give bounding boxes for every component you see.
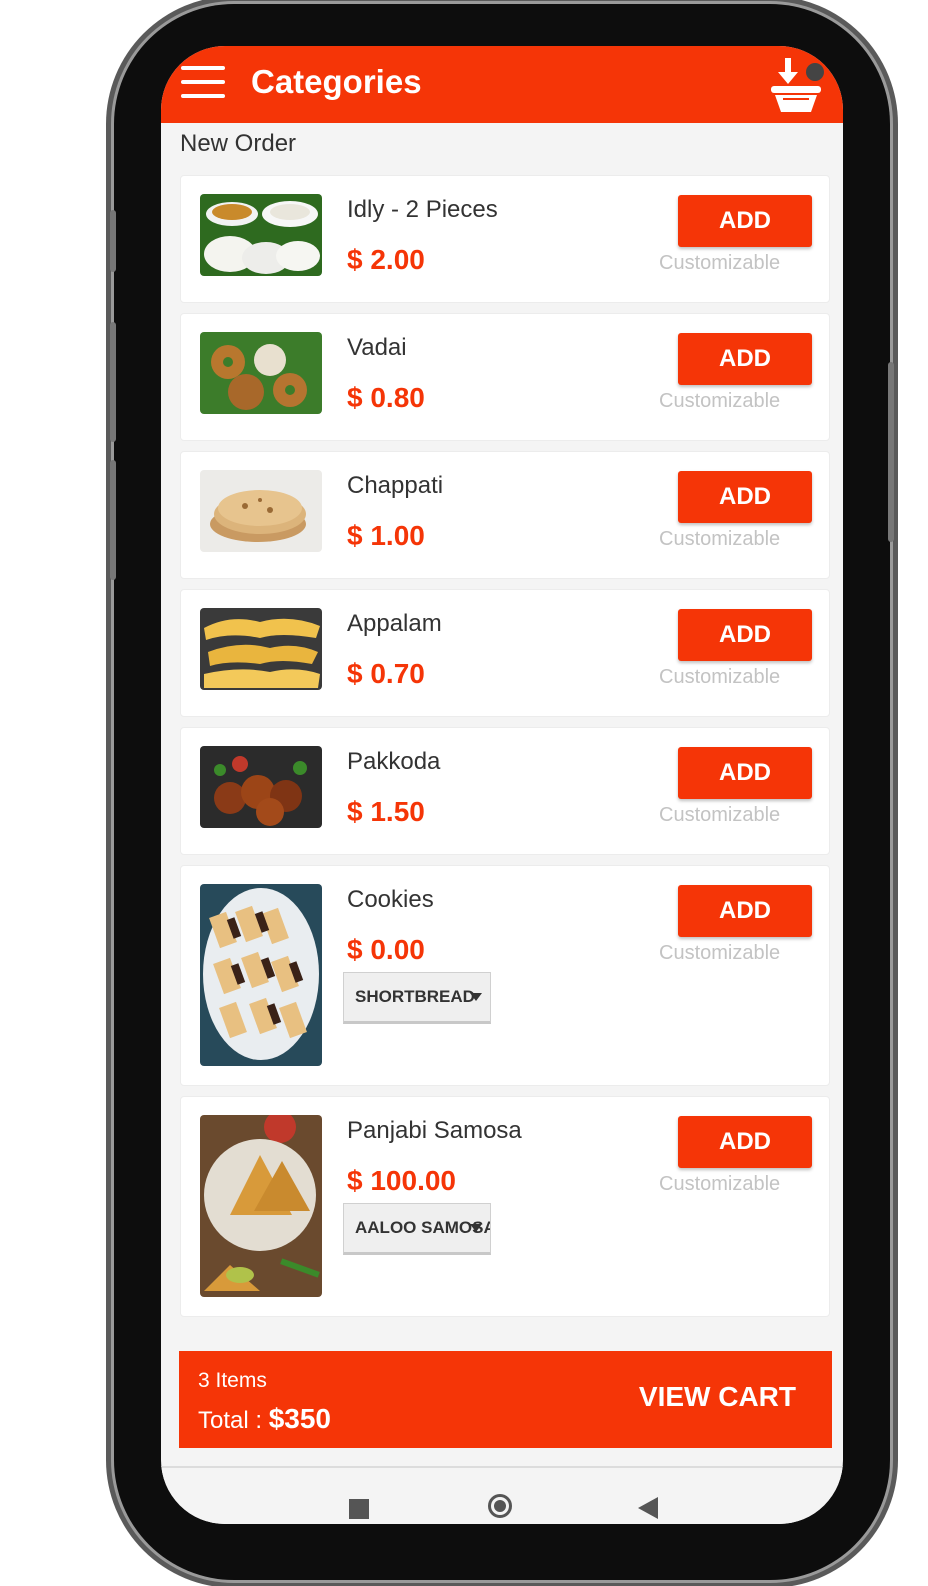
- vadai-image: [200, 332, 322, 414]
- app-bar: Categories: [161, 46, 843, 123]
- add-button[interactable]: ADD: [678, 747, 812, 799]
- list-item: Panjabi Samosa $ 100.00 ADD Customizable…: [180, 1096, 830, 1317]
- list-item: Pakkoda $ 1.50 ADD Customizable: [180, 727, 830, 855]
- cart-total-label: Total :: [198, 1407, 269, 1434]
- home-icon[interactable]: [488, 1494, 512, 1518]
- cart-item-count: 3 Items: [198, 1369, 267, 1392]
- app-screen: Categories New Order Idly - 2 Pieces $ 2…: [161, 46, 843, 1524]
- add-button[interactable]: ADD: [678, 1116, 812, 1168]
- page-title: Categories: [251, 63, 422, 100]
- system-nav-bar: [161, 1466, 843, 1524]
- item-price: $ 2.00: [347, 244, 425, 275]
- add-button[interactable]: ADD: [678, 885, 812, 937]
- item-name: Idly - 2 Pieces: [347, 196, 498, 223]
- list-item: Idly - 2 Pieces $ 2.00 ADD Customizable: [180, 175, 830, 303]
- add-button[interactable]: ADD: [678, 471, 812, 523]
- customizable-label: Customizable: [659, 528, 781, 550]
- view-cart-button[interactable]: VIEW CART: [639, 1381, 796, 1413]
- cookies-image: [200, 884, 322, 1066]
- customizable-label: Customizable: [659, 942, 781, 964]
- variant-select[interactable]: SHORTBREAD: [343, 972, 491, 1024]
- cart-total-value: $350: [268, 1403, 331, 1434]
- phone-side-button: [110, 322, 116, 442]
- dropdown-arrow-icon: [470, 1224, 482, 1232]
- idly-image: [200, 194, 322, 276]
- item-price: $ 0.80: [347, 382, 425, 413]
- item-name: Vadai: [347, 334, 407, 361]
- item-name: Pakkoda: [347, 748, 441, 775]
- item-name: Appalam: [347, 610, 442, 637]
- basket-download-icon[interactable]: [765, 54, 829, 116]
- list-item: Cookies $ 0.00 ADD Customizable SHORTBRE…: [180, 865, 830, 1086]
- add-button[interactable]: ADD: [678, 333, 812, 385]
- list-item: Appalam $ 0.70 ADD Customizable: [180, 589, 830, 717]
- chappati-image: [200, 470, 322, 552]
- phone-side-button: [110, 210, 116, 272]
- item-price: $ 1.00: [347, 520, 425, 551]
- item-price: $ 1.50: [347, 796, 425, 827]
- dropdown-arrow-icon: [470, 993, 482, 1001]
- customizable-label: Customizable: [659, 252, 781, 274]
- phone-power-button: [888, 362, 894, 542]
- variant-select-value: SHORTBREAD: [355, 987, 475, 1006]
- customizable-label: Customizable: [659, 804, 781, 826]
- customizable-label: Customizable: [659, 666, 781, 688]
- add-button[interactable]: ADD: [678, 609, 812, 661]
- customizable-label: Customizable: [659, 1173, 781, 1195]
- list-item: Chappati $ 1.00 ADD Customizable: [180, 451, 830, 579]
- cart-total: Total : $350: [198, 1403, 331, 1435]
- variant-select[interactable]: AALOO SAMOSA: [343, 1203, 491, 1255]
- section-label: New Order: [180, 130, 297, 157]
- cart-bar[interactable]: 3 Items Total : $350 VIEW CART: [179, 1351, 832, 1448]
- hamburger-icon[interactable]: [181, 66, 225, 100]
- customizable-label: Customizable: [659, 390, 781, 412]
- add-button[interactable]: ADD: [678, 195, 812, 247]
- item-price: $ 100.00: [347, 1165, 456, 1196]
- samosa-image: [200, 1115, 322, 1297]
- list-item: Vadai $ 0.80 ADD Customizable: [180, 313, 830, 441]
- back-icon[interactable]: [638, 1497, 658, 1519]
- item-price: $ 0.00: [347, 934, 425, 965]
- pakkoda-image: [200, 746, 322, 828]
- item-name: Cookies: [347, 886, 434, 913]
- appalam-image: [200, 608, 322, 690]
- recents-icon[interactable]: [349, 1499, 369, 1519]
- item-name: Panjabi Samosa: [347, 1117, 522, 1144]
- item-name: Chappati: [347, 472, 444, 499]
- phone-side-button: [110, 460, 116, 580]
- item-price: $ 0.70: [347, 658, 425, 689]
